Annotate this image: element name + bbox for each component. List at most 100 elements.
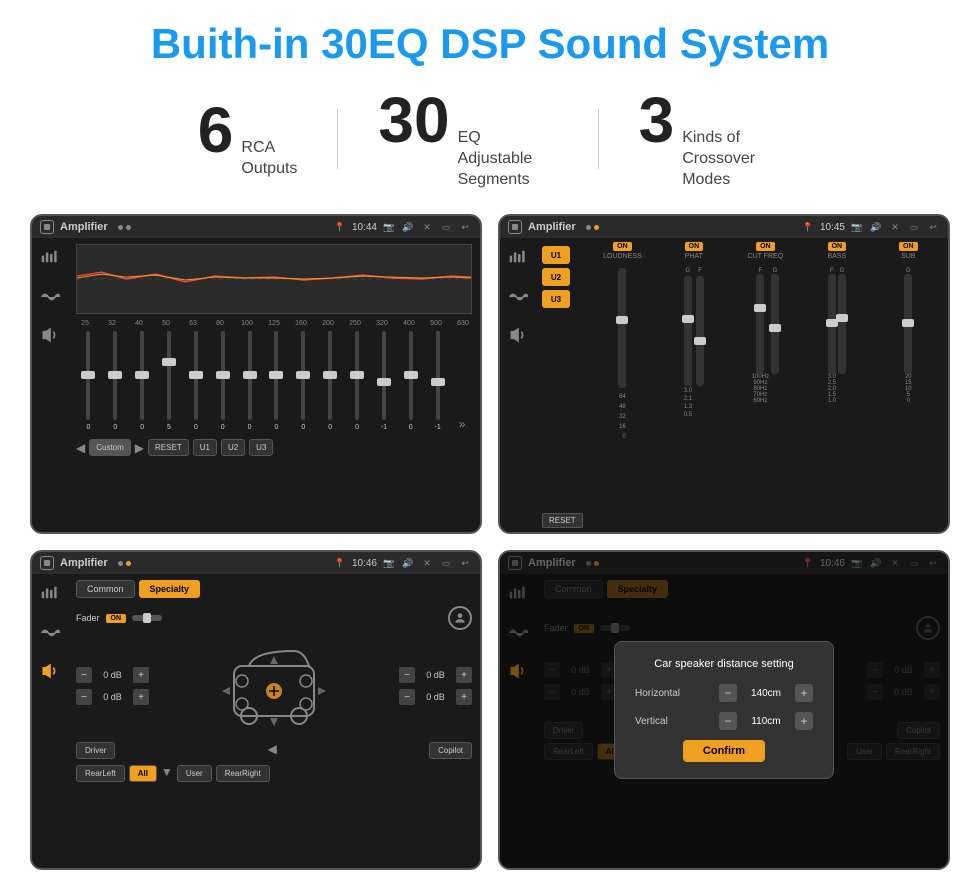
eq-freq-500: 500 [427,320,445,327]
vol-plus-1[interactable]: + [133,667,149,683]
home-icon-dsp[interactable] [508,220,522,234]
eq-slider-10[interactable]: 0 [318,331,343,431]
speaker-icon-dsp[interactable] [505,322,531,348]
vol-minus-4[interactable]: − [399,689,415,705]
eq-slider-11[interactable]: 0 [345,331,370,431]
eq-freq-63: 63 [184,320,202,327]
dsp-main-content: U1 U2 U3 RESET ON LOUDNESS [536,238,948,532]
driver-btn[interactable]: Driver [76,742,115,759]
screen-fader: Amplifier 📍 10:46 📷 🔊 ✕ ▭ ↩ [30,550,482,870]
on-badge-sub[interactable]: ON [899,242,918,251]
screen-eq: Amplifier 📍 10:44 📷 🔊 ✕ ▭ ↩ [30,214,482,534]
on-badge-cutfreq[interactable]: ON [756,242,775,251]
on-badge-bass[interactable]: ON [828,242,847,251]
eq-slider-5[interactable]: 0 [183,331,208,431]
wave-icon[interactable] [37,284,63,310]
next-arrow[interactable]: ▶ [135,441,144,455]
fader-slider[interactable] [132,615,162,621]
vol-minus-2[interactable]: − [76,689,92,705]
app-name-dsp: Amplifier [528,221,576,233]
fader-bottom-row: Driver ◀ Copilot [76,742,472,759]
all-btn[interactable]: All [129,765,157,782]
back-icon-eq[interactable]: ↩ [458,220,472,234]
spacer [119,742,263,759]
custom-btn[interactable]: Custom [89,439,131,456]
prev-arrow[interactable]: ◀ [76,441,85,455]
eq-freq-125: 125 [265,320,283,327]
home-icon-eq[interactable] [40,220,54,234]
horizontal-label: Horizontal [635,688,680,699]
eq-freq-630: 630 [454,320,472,327]
copilot-btn[interactable]: Copilot [429,742,472,759]
vertical-plus[interactable]: + [795,712,813,730]
time-eq: 10:44 [352,222,377,233]
vol-val-2: 0 dB [95,692,130,702]
back-icon-dsp[interactable]: ↩ [926,220,940,234]
eq-icon-fader[interactable] [37,582,63,608]
eq-slider-13[interactable]: 0 [398,331,423,431]
vertical-minus[interactable]: − [719,712,737,730]
status-bar-dsp: Amplifier 📍 10:45 📷 🔊 ✕ ▭ ↩ [500,216,948,238]
down-arrow-btn[interactable]: ▼ [161,765,173,782]
eq-freq-250: 250 [346,320,364,327]
eq-slider-2[interactable]: 0 [103,331,128,431]
back-icon-fader[interactable]: ↩ [458,556,472,570]
wave-icon-dsp[interactable] [505,284,531,310]
horizontal-plus[interactable]: + [795,684,813,702]
stat-label-eq: EQ AdjustableSegments [458,128,558,190]
on-badge-loudness[interactable]: ON [613,242,632,251]
vol-minus-3[interactable]: − [399,667,415,683]
vol-row-1: − 0 dB + [76,667,149,683]
eq-slider-7[interactable]: 0 [237,331,262,431]
rearright-btn[interactable]: RearRight [216,765,270,782]
fader-body: − 0 dB + − 0 dB + [76,636,472,736]
eq-slider-14[interactable]: -1 [425,331,450,431]
u2-btn-eq[interactable]: U2 [221,439,245,456]
eq-slider-4[interactable]: 5 [157,331,182,431]
u2-btn-dsp[interactable]: U2 [542,268,570,286]
fader-dot1 [118,561,123,566]
eq-freq-200: 200 [319,320,337,327]
eq-freq-80: 80 [211,320,229,327]
vol-plus-3[interactable]: + [456,667,472,683]
profile-icon[interactable] [448,606,472,630]
specialty-tab[interactable]: Specialty [139,580,201,598]
reset-btn-eq[interactable]: RESET [148,439,189,456]
u3-btn-eq[interactable]: U3 [249,439,273,456]
fader-on-badge[interactable]: ON [106,614,127,623]
vol-minus-1[interactable]: − [76,667,92,683]
common-tab[interactable]: Common [76,580,135,598]
u3-btn-dsp[interactable]: U3 [542,290,570,308]
eq-slider-6[interactable]: 0 [210,331,235,431]
eq-slider-9[interactable]: 0 [291,331,316,431]
vol-plus-4[interactable]: + [456,689,472,705]
screen-fader-dialog: Amplifier 📍 10:46 📷 🔊 ✕ ▭ ↩ [498,550,950,870]
horizontal-minus[interactable]: − [719,684,737,702]
home-icon-fader[interactable] [40,556,54,570]
vol-plus-2[interactable]: + [133,689,149,705]
u1-btn-dsp[interactable]: U1 [542,246,570,264]
eq-icon[interactable] [37,246,63,272]
wave-icon-fader[interactable] [37,620,63,646]
vol-val-4: 0 dB [418,692,453,702]
confirm-button[interactable]: Confirm [683,740,765,762]
eq-slider-1[interactable]: 0 [76,331,101,431]
status-dots-dsp [586,225,599,230]
u1-btn-eq[interactable]: U1 [193,439,217,456]
eq-slider-3[interactable]: 0 [130,331,155,431]
reset-btn-dsp[interactable]: RESET [542,513,583,528]
eq-arrows[interactable]: » [452,417,472,431]
rearleft-btn[interactable]: RearLeft [76,765,125,782]
speaker-icon-fader[interactable] [37,658,63,684]
side-icons-eq [32,238,68,532]
eq-slider-12[interactable]: -1 [371,331,396,431]
on-badge-phat[interactable]: ON [685,242,704,251]
horizontal-control: − 140cm + [719,684,813,702]
left-arrow-btn[interactable]: ◀ [268,742,277,759]
screens-grid: Amplifier 📍 10:44 📷 🔊 ✕ ▭ ↩ [30,214,950,870]
eq-icon-dsp[interactable] [505,246,531,272]
eq-slider-8[interactable]: 0 [264,331,289,431]
fader-top-row: Fader ON [76,606,472,630]
speaker-icon[interactable] [37,322,63,348]
user-btn[interactable]: User [177,765,212,782]
